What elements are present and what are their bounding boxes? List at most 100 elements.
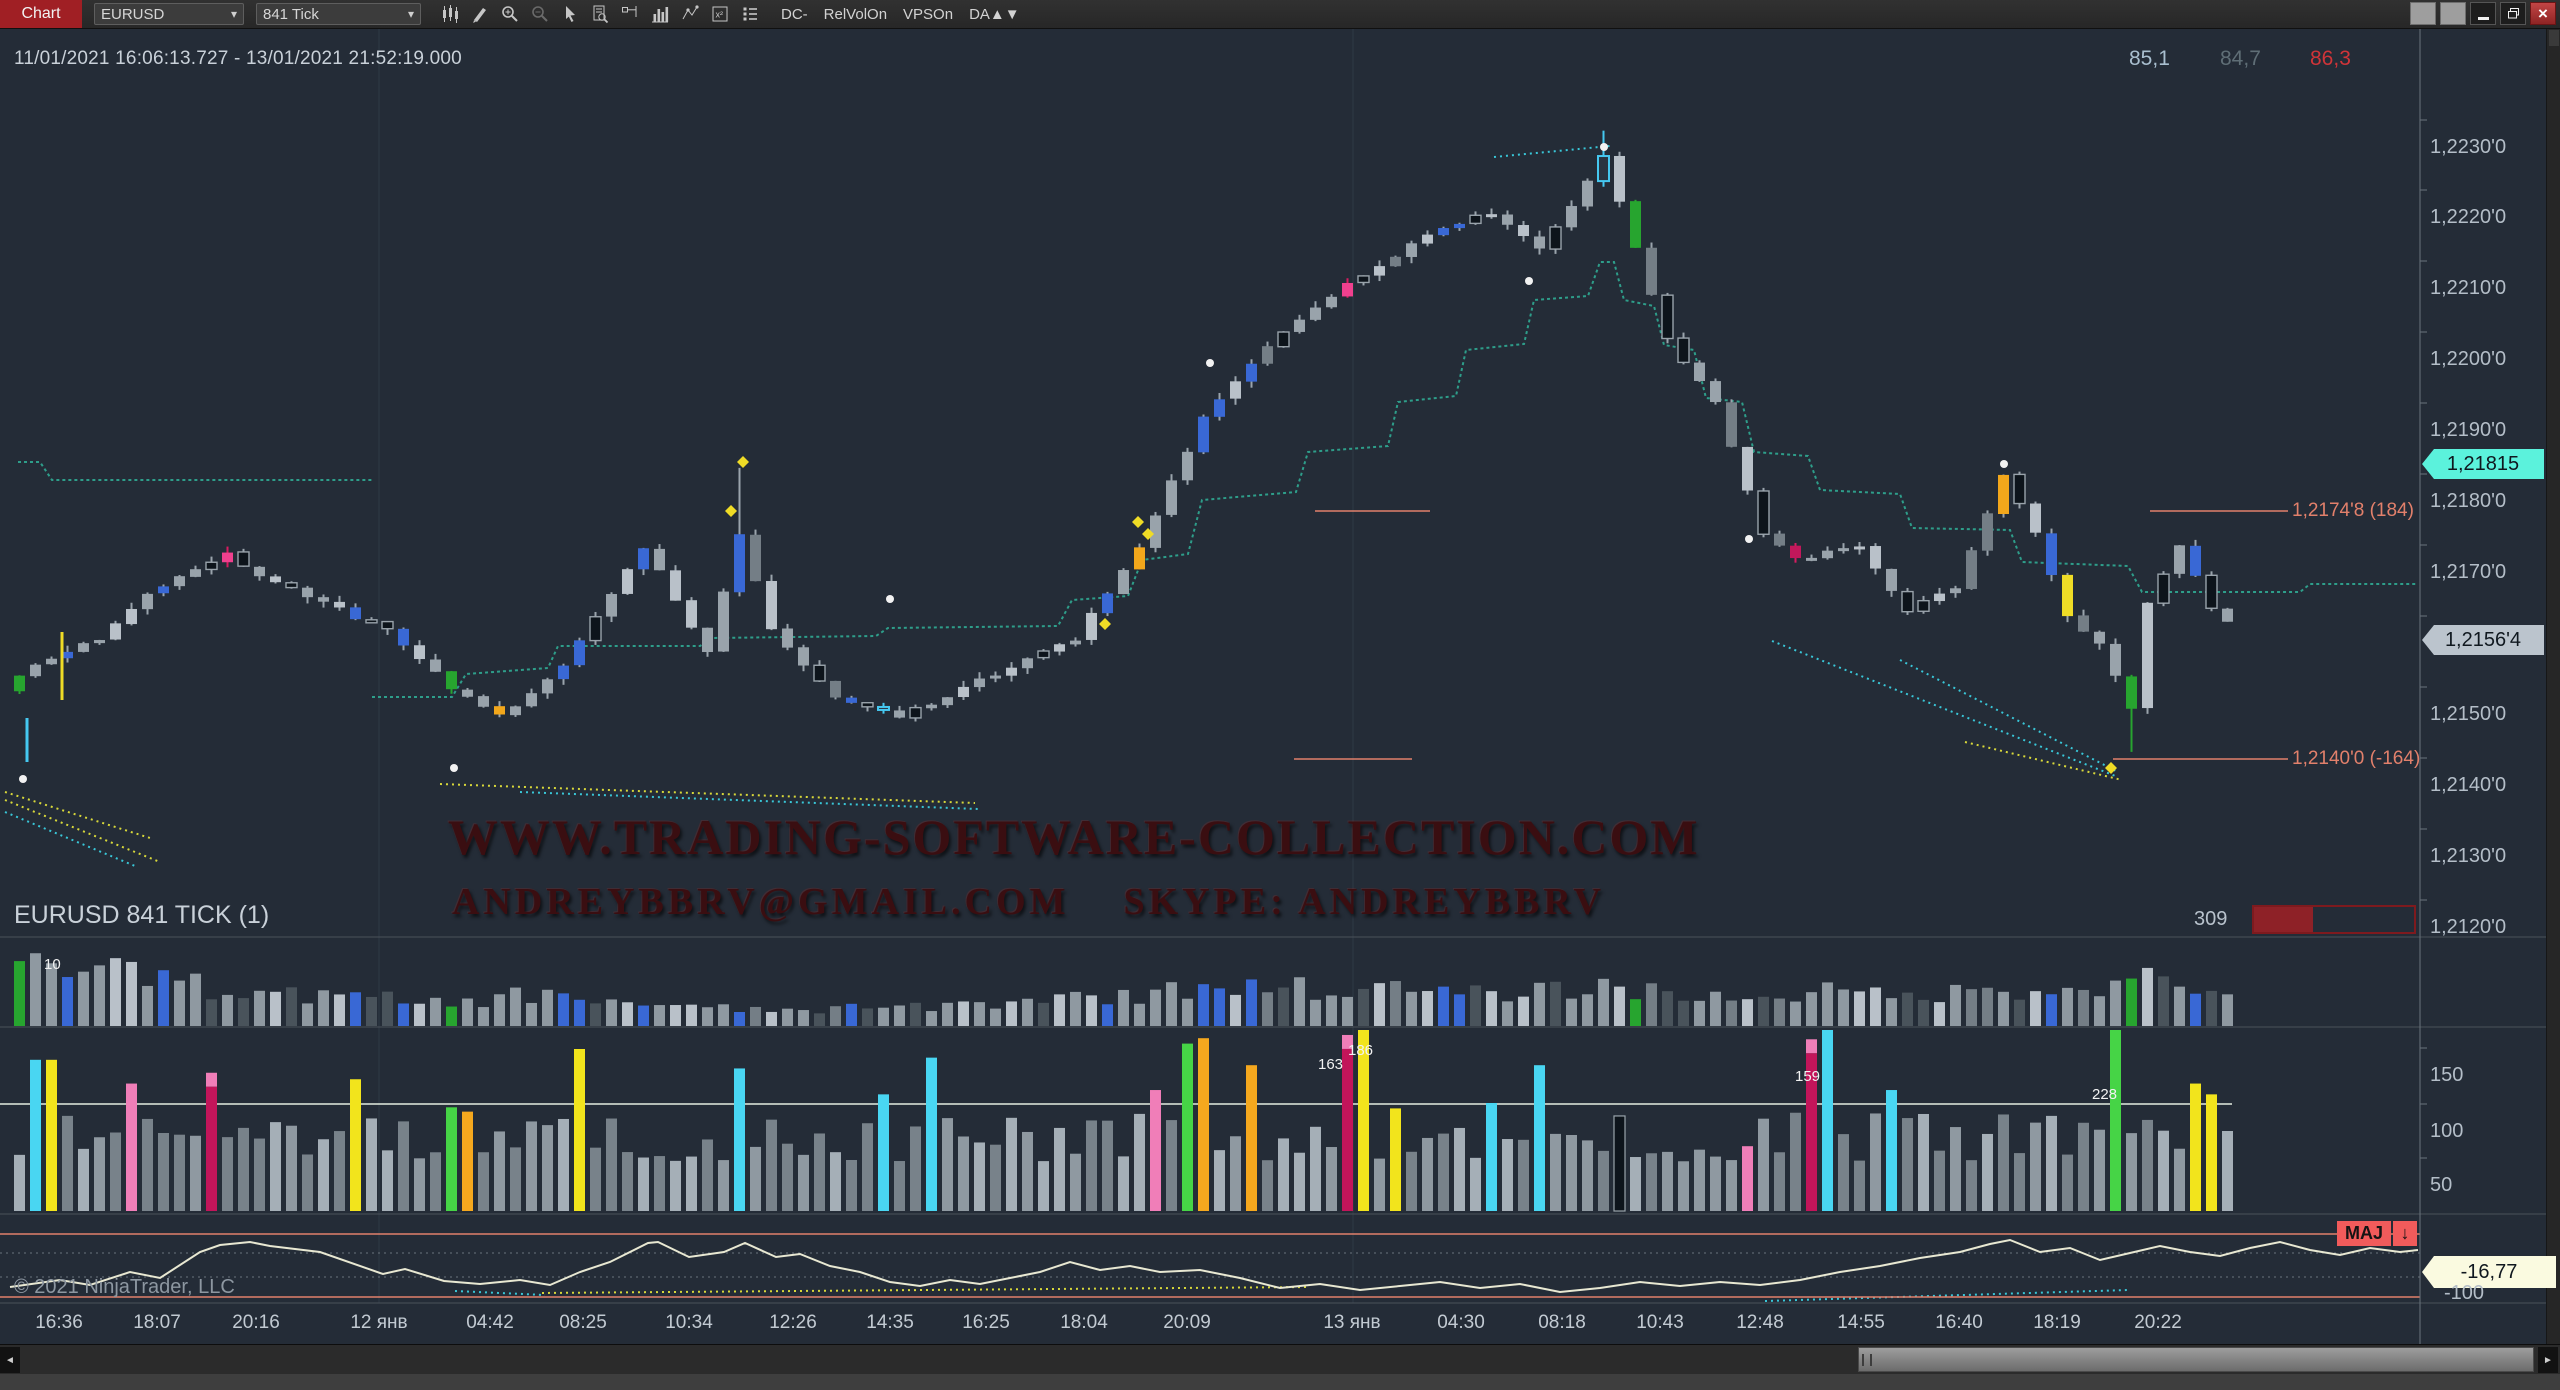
- volume-bar: [1294, 977, 1305, 1026]
- indicator-bar: [1086, 1120, 1097, 1211]
- toolbar-button-vpson[interactable]: VPSOn: [903, 6, 953, 23]
- volume-bar: [1406, 992, 1417, 1026]
- ninjatrader-chart-window: Chart EURUSD ▾ 841 Tick ▾ x² DC- RelVolOn…: [0, 0, 2560, 1390]
- candle: [94, 640, 105, 643]
- formula-icon[interactable]: x²: [705, 2, 735, 26]
- candle: [1422, 235, 1433, 244]
- candle: [670, 570, 681, 600]
- candle: [1566, 206, 1577, 227]
- candle: [1534, 236, 1545, 248]
- volume-bar: [1086, 995, 1097, 1026]
- volume-bar: [494, 994, 505, 1026]
- candle: [622, 569, 633, 594]
- chart-tab[interactable]: Chart: [0, 0, 82, 28]
- close-button[interactable]: ×: [2530, 2, 2556, 25]
- horizontal-scrollbar[interactable]: ◄ ►: [0, 1344, 2560, 1375]
- volume-bar: [1310, 1000, 1321, 1026]
- candle: [478, 696, 489, 707]
- chart-plot[interactable]: [0, 0, 2546, 1344]
- flag-icon[interactable]: [615, 2, 645, 26]
- symbol-select-value: EURUSD: [101, 6, 164, 23]
- candle: [318, 597, 329, 602]
- doc-search-icon[interactable]: [585, 2, 615, 26]
- right-scroll-strip[interactable]: [2546, 28, 2560, 1390]
- volume-bar: [1662, 991, 1673, 1026]
- indicator-bar: [2078, 1123, 2089, 1211]
- candle: [910, 708, 921, 718]
- indicator-readout: 85,1: [2129, 47, 2170, 71]
- indicator-bar: [494, 1131, 505, 1211]
- time-axis[interactable]: 16:3618:0720:1612 янв04:4208:2510:3412:2…: [0, 1303, 2546, 1344]
- pencil-icon[interactable]: [465, 2, 495, 26]
- indicator-bar: [14, 1155, 25, 1211]
- price-tick-label: 1,2180'0: [2430, 490, 2506, 513]
- candle: [1870, 546, 1881, 569]
- toolbar-blank-button[interactable]: [2440, 2, 2466, 25]
- indicator-bar: [1934, 1151, 1945, 1211]
- tick-counter-bar: [2252, 905, 2416, 934]
- indicator-bar: [1598, 1151, 1609, 1211]
- indicator-bar: [1742, 1146, 1753, 1211]
- volume-bar: [942, 1003, 953, 1026]
- candle: [2174, 545, 2185, 574]
- toolbar-blank-button[interactable]: [2410, 2, 2436, 25]
- time-tick-label: 04:42: [466, 1312, 514, 1334]
- indicator-bar: [1918, 1114, 1929, 1211]
- volume-bar: [174, 981, 185, 1026]
- scroll-right-button[interactable]: ►: [2538, 1347, 2558, 1373]
- volume-bar: [1054, 994, 1065, 1026]
- volume-bar: [62, 977, 73, 1026]
- histogram-icon[interactable]: [645, 2, 675, 26]
- indicator-bar: [1118, 1156, 1129, 1211]
- volume-bar: [30, 953, 41, 1026]
- candle: [1358, 276, 1369, 283]
- maj-label: MAJ: [2337, 1221, 2391, 1246]
- price-axis[interactable]: 1,2230'01,2220'01,2210'01,2200'01,2190'0…: [2420, 28, 2546, 1344]
- indicator-bar-value: 186: [1348, 1042, 1373, 1059]
- volume-bar: [1182, 999, 1193, 1026]
- cursor-icon[interactable]: [555, 2, 585, 26]
- indicator-bar: [94, 1137, 105, 1211]
- volume-bar: [318, 990, 329, 1026]
- indicator-bar: [350, 1079, 361, 1211]
- candle: [1518, 225, 1529, 236]
- scroll-left-button[interactable]: ◄: [0, 1347, 20, 1373]
- symbol-select[interactable]: EURUSD ▾: [94, 3, 244, 25]
- candle: [1694, 363, 1705, 381]
- volume-bar: [1358, 989, 1369, 1026]
- volume-bar: [2014, 1000, 2025, 1026]
- candles-icon[interactable]: [435, 2, 465, 26]
- volume-bar: [1790, 1002, 1801, 1026]
- interval-select[interactable]: 841 Tick ▾: [256, 3, 421, 25]
- candle: [1374, 266, 1385, 275]
- indicator-bar: [222, 1137, 233, 1211]
- volume-bar: [1758, 997, 1769, 1026]
- tick-counter-value: 309: [2194, 908, 2227, 931]
- scrollbar-thumb[interactable]: [1858, 1347, 2534, 1372]
- toolbar-button-dc[interactable]: DC-: [781, 6, 808, 23]
- zoom-in-icon[interactable]: [495, 2, 525, 26]
- restore-button[interactable]: [2500, 2, 2526, 25]
- candle: [846, 698, 857, 703]
- volume-bar: [526, 1003, 537, 1026]
- minimize-button[interactable]: [2470, 2, 2496, 25]
- candle: [1118, 570, 1129, 594]
- path-icon[interactable]: [675, 2, 705, 26]
- list-icon[interactable]: [735, 2, 765, 26]
- indicator-bar: [2158, 1131, 2169, 1211]
- volume-bar: [1166, 982, 1177, 1026]
- candle: [1598, 156, 1609, 181]
- toolbar-button-relvolon[interactable]: RelVolOn: [824, 6, 887, 23]
- indicator-bar-cap: [1806, 1039, 1817, 1053]
- indicator-bar: [2094, 1130, 2105, 1211]
- volume-bar: [2046, 994, 2057, 1026]
- zoom-out-icon[interactable]: [525, 2, 555, 26]
- candle: [2190, 546, 2201, 576]
- copyright-label: © 2021 NinjaTrader, LLC: [14, 1276, 235, 1299]
- maj-signal-badge[interactable]: MAJ ↓: [2337, 1221, 2417, 1246]
- volume-bar: [926, 1011, 937, 1026]
- toolbar-button-da[interactable]: DA▲▼: [969, 6, 1020, 23]
- indicator-bar: [414, 1158, 425, 1211]
- candle: [366, 620, 377, 623]
- candle: [1614, 156, 1625, 202]
